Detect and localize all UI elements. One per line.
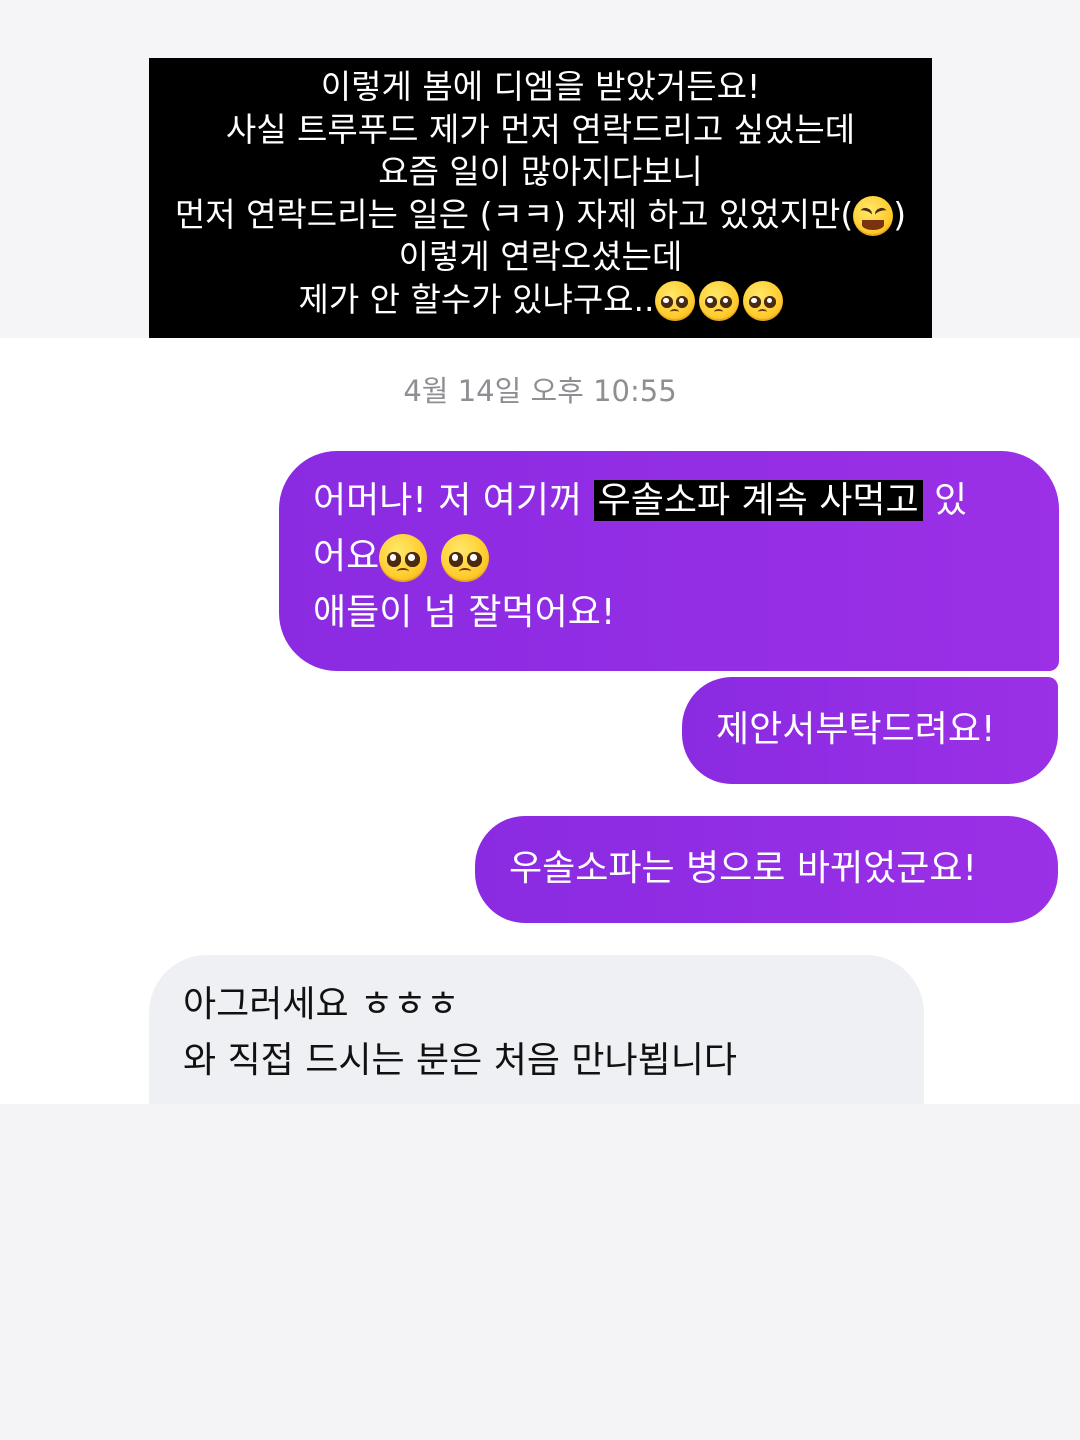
message-text: 어요 (313, 536, 380, 577)
caption-line: 이렇게 봄에 디엠을 받았거든요! (320, 67, 761, 106)
message-text: 있 (922, 480, 968, 521)
grinning-squinting-face-icon (853, 196, 894, 236)
bottom-background (0, 1104, 1080, 1440)
message-line: 애들이 넘 잘먹어요! (313, 592, 616, 633)
message-line: 어요 (313, 529, 1029, 585)
highlighted-text: 우솔소파 계속 사먹고 (593, 480, 923, 521)
pleading-face-icon (379, 534, 428, 582)
pleading-face-icon (742, 281, 783, 321)
caption-line: 먼저 연락드리는 일은 (ㅋㅋ) 자제 하고 있었지만() (149, 194, 932, 236)
pleading-face-icon (654, 281, 695, 321)
message-line: 어머나! 저 여기꺼 우솔소파 계속 사먹고 있 (313, 473, 1029, 529)
sent-message-bubble[interactable]: 제안서부탁드려요! (682, 677, 1058, 784)
caption-line: 이렇게 연락오셨는데 (398, 237, 683, 276)
sent-message-bubble[interactable]: 우솔소파는 병으로 바뀌었군요! (475, 816, 1058, 923)
caption-overlay: 이렇게 봄에 디엠을 받았거든요! 사실 트루푸드 제가 먼저 연락드리고 싶었… (149, 58, 932, 338)
sent-message-bubble[interactable]: 어머나! 저 여기꺼 우솔소파 계속 사먹고 있 어요 애들이 넘 잘먹어요! (279, 451, 1059, 671)
caption-line-text: ) (893, 194, 907, 234)
caption-line-text: 먼저 연락드리는 일은 (ㅋㅋ) 자제 하고 있었지만( (174, 194, 854, 234)
caption-line: 사실 트루푸드 제가 먼저 연락드리고 싶었는데 (225, 109, 856, 149)
caption-line: 요즘 일이 많아지다보니 (378, 152, 703, 191)
message-line: 아그러세요 ㅎㅎㅎ (183, 984, 460, 1025)
caption-line-text: 제가 안 할수가 있냐구요.. (298, 279, 655, 319)
message-text: 어머나! 저 여기꺼 (313, 480, 594, 521)
caption-line: 제가 안 할수가 있냐구요.. (149, 279, 932, 321)
pleading-face-icon (441, 534, 490, 582)
pleading-face-icon (698, 281, 739, 321)
message-line: 와 직접 드시는 분은 처음 만나뵙니다 (183, 1040, 738, 1081)
message-text: 우솔소파는 병으로 바뀌었군요! (509, 848, 977, 889)
message-timestamp: 4월 14일 오후 10:55 (403, 374, 677, 408)
message-text: 제안서부탁드려요! (716, 709, 996, 750)
